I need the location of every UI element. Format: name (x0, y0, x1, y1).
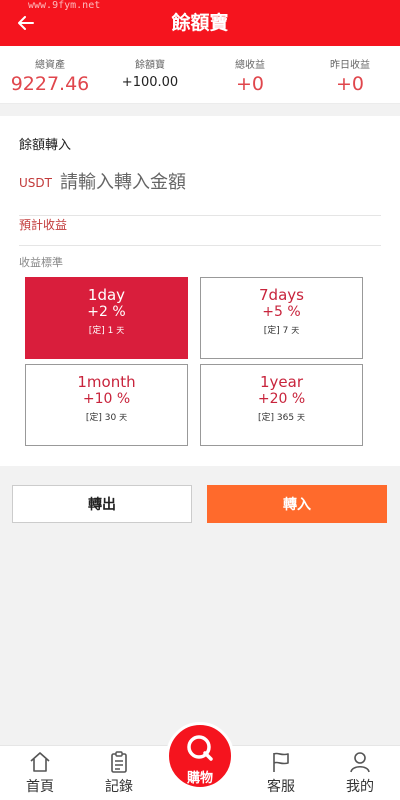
stats-bar: 總資產 9227.46 餘額寶 +100.00 總收益 +0 昨日收益 +0 (0, 46, 400, 104)
tab-label: 客服 (267, 779, 295, 795)
amount-row: USDT (19, 166, 381, 216)
transfer-in-button[interactable]: 轉入 (207, 485, 387, 523)
plan-rate: +2 % (87, 304, 126, 320)
plan-term-value: 365 (276, 413, 295, 423)
plan-option-1day[interactable]: 1day +2 % [定] 1 天 (25, 277, 188, 359)
plan-name: 1month (77, 373, 136, 391)
plan-rate: +20 % (257, 391, 306, 407)
stat-label: 總資產 (35, 60, 65, 71)
plan-name: 1year (259, 373, 303, 391)
plan-name: 7days (259, 286, 304, 304)
plan-term: [定] 1 天 (26, 323, 187, 336)
plan-term-value: 1 (107, 326, 114, 336)
plan-term: [定] 30 天 (26, 410, 187, 423)
plan-option-1month[interactable]: 1month +10 % [定] 30 天 (25, 364, 188, 446)
plan-term-unit: 天 (296, 413, 305, 422)
plan-name: 1day (87, 286, 126, 304)
stat-value: +0 (235, 73, 264, 95)
stat-value: +0 (335, 73, 364, 95)
page-title: 餘額寶 (171, 12, 229, 34)
plan-term: [定] 365 天 (201, 410, 362, 423)
tab-label: 首頁 (26, 779, 54, 795)
clipboard-icon (89, 750, 149, 776)
plan-term-prefix: [定] (85, 413, 102, 423)
search-icon (169, 731, 231, 767)
tab-records[interactable]: 記錄 (89, 750, 149, 796)
rate-label: 收益標準 (19, 256, 63, 269)
currency-label: USDT (19, 175, 52, 190)
plan-rate: +10 % (82, 391, 131, 407)
plan-option-1year[interactable]: 1year +20 % [定] 365 天 (200, 364, 363, 446)
tab-home[interactable]: 首頁 (10, 750, 70, 796)
tab-label: 我的 (346, 779, 374, 795)
stat-value: 9227.46 (10, 73, 90, 95)
plan-term-prefix: [定] (263, 326, 280, 336)
stat-total-assets: 總資產 9227.46 (0, 46, 100, 103)
user-icon (330, 750, 390, 776)
tab-label: 購物 (186, 771, 213, 786)
transfer-card: 餘額轉入 USDT 預計收益 收益標準 1day +2 % [定] 1 天 7d… (0, 116, 400, 466)
transfer-out-button[interactable]: 轉出 (12, 485, 192, 523)
app-header: www.9fym.net 餘額寶 (0, 0, 400, 46)
stat-balance: 餘額寶 +100.00 (100, 46, 200, 103)
amount-input[interactable] (59, 172, 340, 193)
plan-term-value: 7 (282, 326, 289, 336)
plan-term: [定] 7 天 (201, 323, 362, 336)
plan-term-prefix: [定] (258, 413, 275, 423)
flag-icon (251, 750, 311, 776)
section-title: 餘額轉入 (19, 138, 72, 153)
stat-yesterday-income: 昨日收益 +0 (300, 46, 400, 103)
plan-rate: +5 % (262, 304, 301, 320)
plan-term-prefix: [定] (88, 326, 105, 336)
stat-label: 總收益 (235, 60, 265, 71)
plan-option-7days[interactable]: 7days +5 % [定] 7 天 (200, 277, 363, 359)
stat-label: 昨日收益 (330, 60, 370, 71)
stat-value: +100.00 (121, 75, 179, 90)
plan-term-unit: 天 (119, 413, 128, 422)
home-icon (10, 750, 70, 776)
plan-term-unit: 天 (291, 326, 300, 335)
tab-mine[interactable]: 我的 (330, 750, 390, 796)
plan-term-value: 30 (104, 413, 117, 423)
stat-total-income: 總收益 +0 (200, 46, 300, 103)
tab-label: 記錄 (105, 779, 133, 795)
tab-service[interactable]: 客服 (251, 750, 311, 796)
plan-term-unit: 天 (116, 326, 125, 335)
forecast-label: 預計收益 (19, 216, 381, 246)
tab-shop[interactable]: 購物 (166, 722, 234, 790)
stat-label: 餘額寶 (135, 60, 165, 71)
